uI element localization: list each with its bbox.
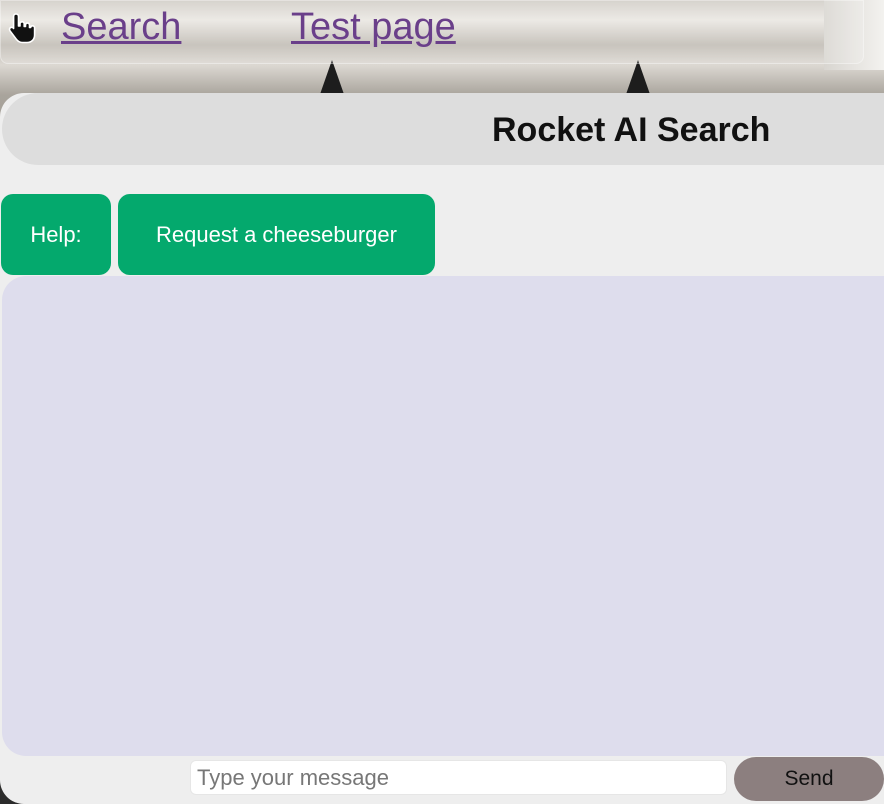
message-input[interactable] <box>190 760 727 795</box>
hand-pointer-icon <box>8 13 36 44</box>
send-button[interactable]: Send <box>734 757 884 801</box>
help-label: Help: <box>1 194 111 275</box>
chat-messages-area[interactable] <box>2 276 884 756</box>
nav-link-search[interactable]: Search <box>61 6 181 49</box>
page-title: Rocket AI Search <box>492 111 771 149</box>
nav-link-test-page[interactable]: Test page <box>291 6 456 49</box>
top-nav: Search Test page <box>0 0 864 64</box>
chat-panel: Rocket AI Search Help: Request a cheeseb… <box>0 93 884 804</box>
header-bar: Rocket AI Search <box>2 93 884 165</box>
suggestion-request-cheeseburger-button[interactable]: Request a cheeseburger <box>118 194 435 275</box>
